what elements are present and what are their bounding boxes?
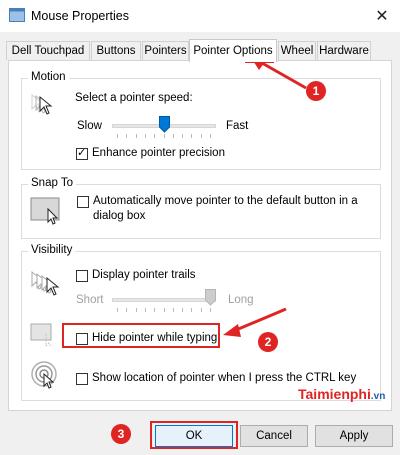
watermark-brand-name: Taimienphi <box>298 386 371 402</box>
step-badge-1: 1 <box>306 81 326 101</box>
step-badge-2: 2 <box>258 332 278 352</box>
step-badge-3: 3 <box>111 424 131 444</box>
cancel-button[interactable]: Cancel <box>240 425 308 447</box>
ok-button[interactable]: OK <box>155 425 233 447</box>
hide-pointer-highlight <box>62 323 220 348</box>
watermark-brand-suffix: .vn <box>370 391 386 402</box>
watermark-brand: Taimienphi.vn <box>298 386 385 402</box>
apply-button[interactable]: Apply <box>315 425 393 447</box>
tab-pointer-options[interactable]: Pointer Options <box>189 39 277 62</box>
